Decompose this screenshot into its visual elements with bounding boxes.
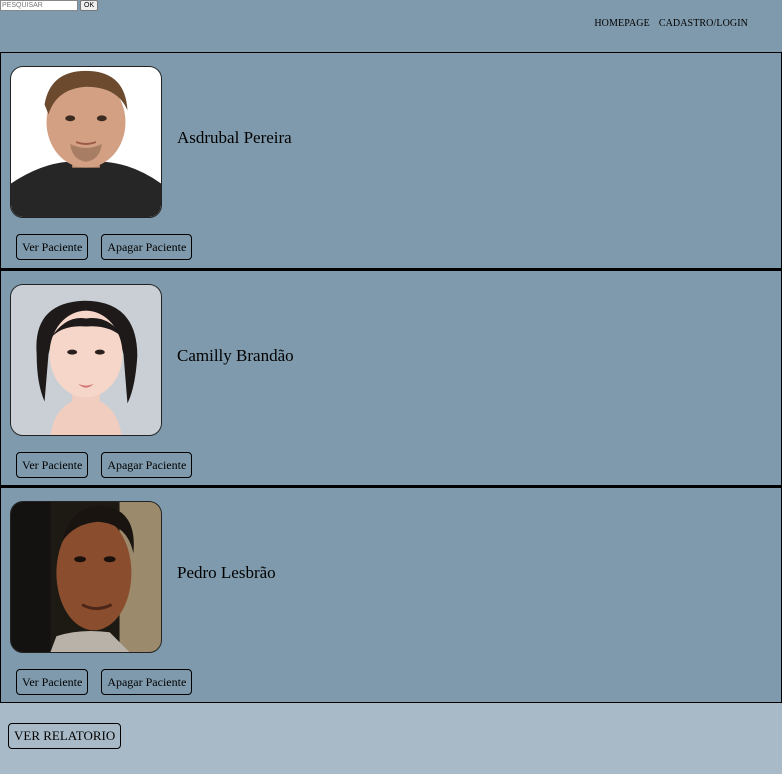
nav-homepage[interactable]: HOMEPAGE: [594, 18, 649, 29]
patient-actions: Ver Paciente Apagar Paciente: [16, 452, 193, 478]
patient-list: Asdrubal Pereira Ver Paciente Apagar Pac…: [0, 52, 782, 703]
patient-photo: [10, 284, 162, 436]
view-patient-button[interactable]: Ver Paciente: [16, 234, 89, 260]
patient-photo-1-icon: [11, 67, 161, 217]
search-input[interactable]: [0, 0, 78, 11]
delete-patient-button[interactable]: Apagar Paciente: [101, 234, 193, 260]
site-header: HOMEPAGE CADASTRO/LOGIN: [0, 0, 782, 52]
view-patient-button[interactable]: Ver Paciente: [16, 452, 89, 478]
patient-name: Asdrubal Pereira: [177, 128, 292, 147]
delete-patient-button[interactable]: Apagar Paciente: [101, 669, 193, 695]
patient-actions: Ver Paciente Apagar Paciente: [16, 669, 193, 695]
patient-name: Camilly Brandão: [177, 346, 294, 365]
patient-card: Pedro Lesbrão Ver Paciente Apagar Pacien…: [0, 486, 782, 703]
patient-actions: Ver Paciente Apagar Paciente: [16, 234, 193, 260]
search-ok-button[interactable]: OK: [80, 0, 99, 11]
patient-photo-2-icon: [11, 285, 161, 435]
patient-card: Asdrubal Pereira Ver Paciente Apagar Pac…: [0, 52, 782, 269]
patient-name: Pedro Lesbrão: [177, 563, 276, 582]
patient-photo: [10, 501, 162, 653]
view-patient-button[interactable]: Ver Paciente: [16, 669, 89, 695]
patient-photo-3-icon: [11, 502, 161, 652]
search-bar: OK: [0, 0, 99, 11]
patient-photo: [10, 66, 162, 218]
nav-cadastro-login[interactable]: CADASTRO/LOGIN: [659, 18, 748, 29]
patient-card: Camilly Brandão Ver Paciente Apagar Paci…: [0, 269, 782, 486]
view-report-button[interactable]: VER RELATORIO: [8, 723, 122, 749]
delete-patient-button[interactable]: Apagar Paciente: [101, 452, 193, 478]
main-nav: HOMEPAGE CADASTRO/LOGIN: [594, 18, 748, 29]
